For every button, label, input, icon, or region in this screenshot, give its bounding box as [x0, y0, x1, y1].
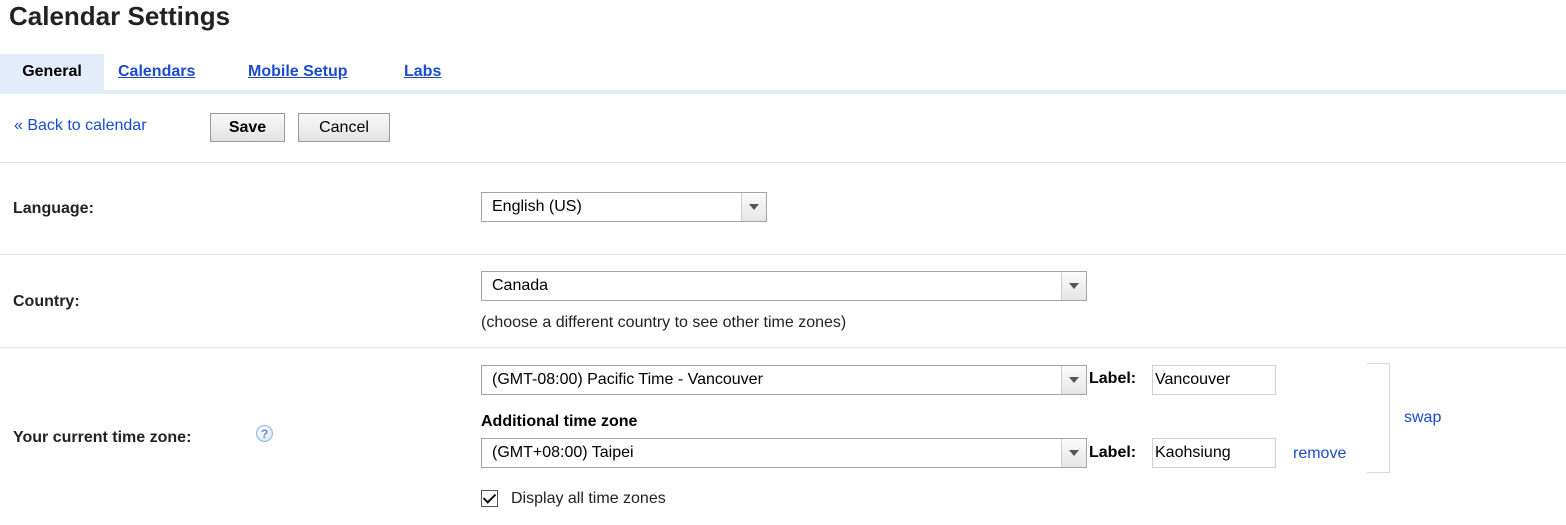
secondary-timezone-select[interactable]: (GMT+08:00) Taipei [481, 438, 1087, 468]
country-hint: (choose a different country to see other… [481, 314, 847, 331]
secondary-label-caption: Label: [1089, 444, 1137, 461]
display-all-timezones-checkbox[interactable] [481, 490, 498, 507]
cancel-button[interactable]: Cancel [298, 113, 390, 142]
tab-mobile-setup[interactable]: Mobile Setup [248, 54, 348, 90]
primary-label-caption: Label: [1089, 370, 1137, 387]
display-all-timezones-label: Display all time zones [511, 490, 666, 507]
chevron-down-icon [741, 193, 766, 221]
additional-timezone-heading: Additional time zone [481, 413, 638, 430]
secondary-label-input[interactable] [1152, 438, 1276, 468]
settings-toolbar: « Back to calendar Save Cancel [0, 96, 1566, 163]
secondary-timezone-value: (GMT+08:00) Taipei [492, 444, 634, 461]
language-row: Language: English (US) [0, 163, 1566, 255]
chevron-down-icon [1061, 439, 1086, 467]
tab-calendars[interactable]: Calendars [118, 54, 195, 90]
tab-general[interactable]: General [0, 54, 104, 90]
country-selected-value: Canada [492, 277, 549, 294]
tab-labs[interactable]: Labs [404, 54, 441, 90]
primary-label-input[interactable] [1152, 365, 1276, 395]
chevron-down-icon [1061, 366, 1086, 394]
country-label: Country: [13, 293, 80, 310]
country-row: Country: Canada (choose a different coun… [0, 255, 1566, 348]
back-to-calendar-link[interactable]: « Back to calendar [14, 117, 147, 135]
settings-tabs: General Calendars Mobile Setup Labs [0, 50, 1566, 94]
primary-timezone-select[interactable]: (GMT-08:00) Pacific Time - Vancouver [481, 365, 1087, 395]
language-selected-value: English (US) [492, 198, 582, 215]
remove-timezone-link[interactable]: remove [1293, 445, 1346, 463]
page-title: Calendar Settings [9, 1, 231, 31]
primary-timezone-value: (GMT-08:00) Pacific Time - Vancouver [492, 371, 763, 388]
timezone-label: Your current time zone: [13, 429, 192, 446]
swap-timezones-link[interactable]: swap [1404, 409, 1441, 427]
save-button[interactable]: Save [210, 113, 285, 142]
chevron-down-icon [1061, 272, 1086, 300]
language-select[interactable]: English (US) [481, 192, 767, 222]
help-icon[interactable]: ? [256, 425, 273, 442]
language-label: Language: [13, 200, 94, 217]
country-select[interactable]: Canada [481, 271, 1087, 301]
swap-bracket [1367, 363, 1390, 473]
